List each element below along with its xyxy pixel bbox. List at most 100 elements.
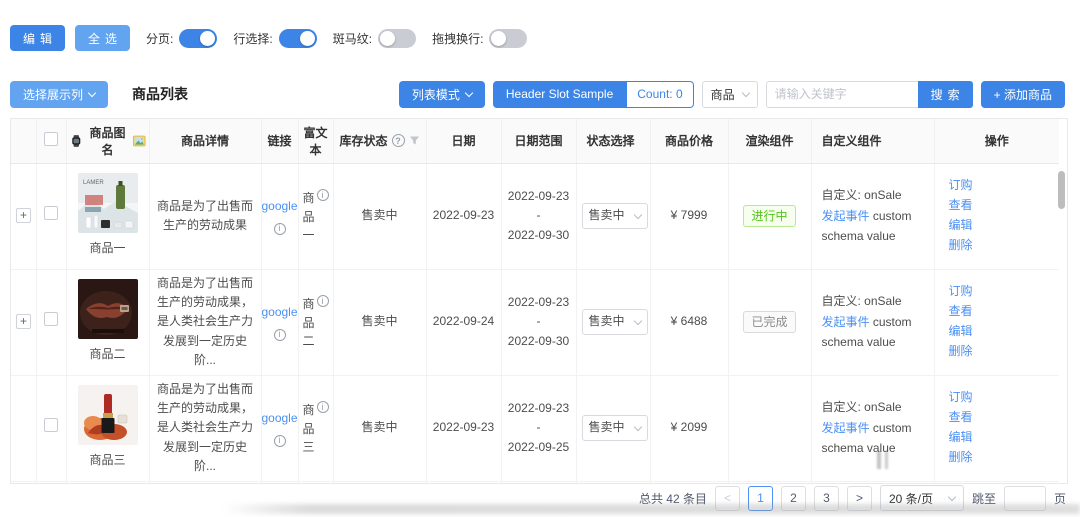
table-row: + 商品二 商品是为了出售而生产的劳动成果，是人类社会生产力发展到一定历史阶..… <box>11 269 1059 375</box>
chevron-down-icon <box>465 88 473 96</box>
row-checkbox[interactable] <box>44 312 58 326</box>
status-select[interactable]: 售卖中 <box>582 203 648 229</box>
product-link[interactable]: google <box>261 409 297 428</box>
vertical-scrollbar[interactable] <box>1058 171 1065 209</box>
header-custom: 自定义组件 <box>811 119 934 163</box>
order-link[interactable]: 订购 <box>949 176 1055 196</box>
select-all-button[interactable]: 全选 <box>75 25 130 51</box>
chevron-down-icon <box>948 492 956 500</box>
header-checkbox-cell <box>36 119 66 163</box>
table-toolbar: 选择展示列 商品列表 列表模式 Header Slot Sample Count… <box>10 79 1065 109</box>
header-expand <box>11 119 36 163</box>
row-select-toggle-label: 行选择: <box>233 30 272 47</box>
custom-line3: schema value <box>822 226 929 246</box>
column-select-button[interactable]: 选择展示列 <box>10 81 108 108</box>
price-value: ¥ 2099 <box>671 420 708 434</box>
expand-row-button[interactable]: + <box>16 208 31 223</box>
product-detail: 商品是为了出售而生产的劳动成果，是人类社会生产力发展到一定历史阶... <box>157 382 253 473</box>
info-icon[interactable] <box>274 435 286 447</box>
bottom-shadow-strip <box>222 504 1080 514</box>
custom-line1: 自定义: onSale <box>822 291 929 311</box>
drag-reorder-toggle-group: 拖拽换行: <box>432 29 527 48</box>
add-product-button[interactable]: + 添加商品 <box>981 81 1065 108</box>
status-select-value: 售卖中 <box>589 206 625 225</box>
delete-link[interactable]: 删除 <box>949 448 1055 468</box>
edit-link[interactable]: 编辑 <box>949 216 1055 236</box>
status-select[interactable]: 售卖中 <box>582 415 648 441</box>
daterange-line2: 2022-09-30 <box>507 226 571 245</box>
product-link[interactable]: google <box>261 197 297 216</box>
table-toolbar-right: 列表模式 Header Slot Sample Count: 0 商品 搜索 +… <box>399 81 1065 108</box>
pagination-toggle[interactable] <box>179 29 217 48</box>
header-slot-group: Header Slot Sample Count: 0 <box>493 81 694 108</box>
daterange-line1: 2022-09-23 - <box>507 187 571 225</box>
list-mode-button[interactable]: 列表模式 <box>399 81 485 108</box>
header-richtext: 富文本 <box>298 119 333 163</box>
richtext-value: 商品三 <box>303 401 315 457</box>
category-select-value: 商品 <box>711 86 735 103</box>
view-link[interactable]: 查看 <box>949 302 1055 322</box>
row-checkbox[interactable] <box>44 418 58 432</box>
image-brand-text: LAMER <box>83 180 104 186</box>
custom-line1: 自定义: onSale <box>822 185 929 205</box>
view-link[interactable]: 查看 <box>949 408 1055 428</box>
daterange-line1: 2022-09-23 - <box>507 399 571 437</box>
product-name: 商品二 <box>72 345 144 364</box>
expand-row-button[interactable]: + <box>16 314 31 329</box>
row-checkbox[interactable] <box>44 206 58 220</box>
status-select[interactable]: 售卖中 <box>582 309 648 335</box>
order-link[interactable]: 订购 <box>949 282 1055 302</box>
product-detail: 商品是为了出售而生产的劳动成果 <box>157 199 253 232</box>
row-select-toggle-group: 行选择: <box>233 29 316 48</box>
table-header-row: 商品图名 商品详情 链接 富文本 库存状态 日期 日期范围 状态选择 商品价格 … <box>11 119 1059 163</box>
custom-line2: 发起事件 custom <box>822 206 929 226</box>
header-render: 渲染组件 <box>728 119 811 163</box>
header-slot-sample-button[interactable]: Header Slot Sample <box>493 81 626 108</box>
row-select-toggle[interactable] <box>279 29 317 48</box>
select-all-checkbox[interactable] <box>44 132 58 146</box>
product-table: 商品图名 商品详情 链接 富文本 库存状态 日期 日期范围 状态选择 商品价格 … <box>10 118 1068 484</box>
product-image <box>78 385 138 445</box>
category-select[interactable]: 商品 <box>702 81 758 108</box>
product-link[interactable]: google <box>261 303 297 322</box>
search-button[interactable]: 搜索 <box>918 81 973 108</box>
edit-link[interactable]: 编辑 <box>949 322 1055 342</box>
status-select-value: 售卖中 <box>589 312 625 331</box>
delete-link[interactable]: 删除 <box>949 342 1055 362</box>
header-date: 日期 <box>426 119 501 163</box>
help-icon[interactable] <box>392 134 405 147</box>
emit-event-link[interactable]: 发起事件 <box>822 421 870 435</box>
custom-mid-text: custom <box>873 315 912 329</box>
info-icon[interactable] <box>274 223 286 235</box>
view-link[interactable]: 查看 <box>949 196 1055 216</box>
price-value: ¥ 6488 <box>671 314 708 328</box>
pagination-toggle-group: 分页: <box>146 29 217 48</box>
product-detail: 商品是为了出售而生产的劳动成果，是人类社会生产力发展到一定历史阶... <box>157 276 253 367</box>
status-badge: 已完成 <box>743 311 795 334</box>
info-icon[interactable] <box>317 401 329 413</box>
delete-link[interactable]: 删除 <box>949 236 1055 256</box>
search-input[interactable] <box>766 81 918 108</box>
info-icon[interactable] <box>317 295 329 307</box>
header-ops: 操作 <box>934 119 1059 163</box>
order-link[interactable]: 订购 <box>949 388 1055 408</box>
header-image-name: 商品图名 <box>66 119 149 163</box>
emit-event-link[interactable]: 发起事件 <box>822 315 870 329</box>
custom-line2: 发起事件 custom <box>822 418 929 438</box>
info-icon[interactable] <box>317 189 329 201</box>
status-select-value: 售卖中 <box>589 418 625 437</box>
stock-status: 售卖中 <box>361 208 397 222</box>
custom-line2: 发起事件 custom <box>822 312 929 332</box>
zebra-stripe-toggle-label: 斑马纹: <box>333 30 372 47</box>
info-icon[interactable] <box>274 329 286 341</box>
column-select-label: 选择展示列 <box>23 86 83 103</box>
page-title: 商品列表 <box>132 84 188 104</box>
filter-icon[interactable] <box>409 135 420 146</box>
zebra-stripe-toggle[interactable] <box>378 29 416 48</box>
drag-reorder-toggle[interactable] <box>489 29 527 48</box>
edit-link[interactable]: 编辑 <box>949 428 1055 448</box>
edit-button[interactable]: 编辑 <box>10 25 65 51</box>
status-badge: 进行中 <box>743 205 795 228</box>
emit-event-link[interactable]: 发起事件 <box>822 209 870 223</box>
daterange-line2: 2022-09-25 <box>507 438 571 457</box>
